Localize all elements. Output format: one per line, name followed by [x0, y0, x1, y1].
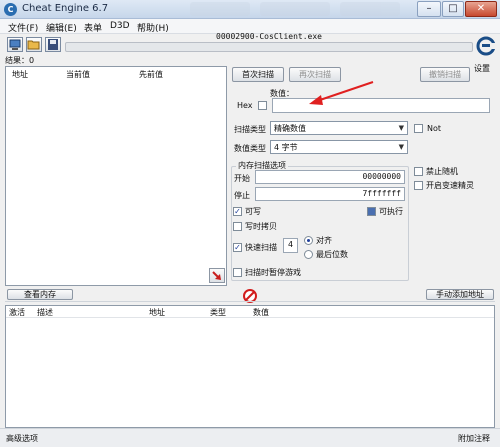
- copy-on-write-checkbox[interactable]: [233, 222, 242, 231]
- cheat-engine-icon: C: [4, 3, 17, 16]
- cheat-engine-logo-icon: [476, 36, 496, 56]
- folder-open-icon: [27, 40, 40, 50]
- not-label: Not: [427, 124, 442, 133]
- column-current-value[interactable]: 当前值: [66, 69, 90, 80]
- pause-game-checkbox[interactable]: [233, 268, 242, 277]
- speedhack-label: 开启变速精灵: [426, 181, 474, 190]
- copy-on-write-label: 写时拷贝: [245, 222, 277, 231]
- pause-game-label: 扫描时暂停游戏: [245, 268, 301, 277]
- writable-checkbox[interactable]: ✓: [233, 207, 242, 216]
- undo-scan-button[interactable]: 撤销扫描: [420, 67, 470, 82]
- column-type[interactable]: 类型: [210, 307, 226, 318]
- maximize-button[interactable]: □: [442, 1, 464, 17]
- column-address[interactable]: 地址: [12, 69, 28, 80]
- process-name: 00002900-CosClient.exe: [216, 32, 322, 41]
- first-scan-button[interactable]: 首次扫描: [232, 67, 284, 82]
- annotation-arrow: [309, 81, 374, 105]
- background-windows: [190, 2, 410, 16]
- hex-checkbox[interactable]: [258, 101, 267, 110]
- stop-label: 停止: [234, 191, 250, 200]
- computer-icon: [9, 39, 21, 50]
- chevron-down-icon: ▼: [398, 143, 404, 151]
- menu-d3d[interactable]: D3D: [110, 21, 130, 31]
- save-button[interactable]: [45, 37, 61, 52]
- results-count: 结果：0: [5, 56, 35, 65]
- settings-label[interactable]: 设置: [474, 63, 490, 74]
- background-tab: [190, 2, 250, 16]
- open-process-button[interactable]: [7, 37, 23, 52]
- view-memory-button[interactable]: 查看内存: [7, 289, 73, 300]
- status-bar: 高级选项 附加注释: [0, 428, 500, 447]
- column-active[interactable]: 激活: [9, 307, 25, 318]
- scan-type-value: 精确数值: [274, 124, 306, 133]
- disable-random-checkbox[interactable]: [414, 167, 423, 176]
- fast-scan-label: 快速扫描: [245, 243, 277, 252]
- align-label: 对齐: [316, 236, 332, 245]
- splitter[interactable]: [5, 301, 495, 303]
- start-address-input[interactable]: 00000000: [255, 170, 405, 184]
- settings-logo[interactable]: [476, 34, 496, 62]
- add-to-list-button[interactable]: [209, 268, 225, 283]
- hex-label: Hex: [237, 101, 253, 110]
- window-title: Cheat Engine 6.7: [22, 3, 109, 14]
- executable-checkbox[interactable]: [367, 207, 376, 216]
- column-description[interactable]: 描述: [37, 307, 53, 318]
- speedhack-checkbox[interactable]: [414, 181, 423, 190]
- background-tab: [340, 2, 400, 16]
- last-digit-label: 最后位数: [316, 250, 348, 259]
- disable-random-label: 禁止随机: [426, 167, 458, 176]
- fast-scan-checkbox[interactable]: ✓: [233, 243, 242, 252]
- cheat-table-header: 激活 描述 地址 类型 数值: [6, 306, 494, 318]
- column-previous-value[interactable]: 先前值: [139, 69, 163, 80]
- last-digit-radio[interactable]: [304, 250, 313, 259]
- background-tab: [260, 2, 330, 16]
- advanced-options-link[interactable]: 高级选项: [6, 433, 38, 444]
- value-type-label: 数值类型: [234, 144, 266, 153]
- arrow-down-right-icon: [212, 271, 221, 280]
- align-radio[interactable]: [304, 236, 313, 245]
- chevron-down-icon: ▼: [398, 124, 404, 132]
- add-address-manually-button[interactable]: 手动添加地址: [426, 289, 494, 300]
- executable-label: 可执行: [379, 207, 403, 216]
- menu-file[interactable]: 文件(F): [8, 21, 38, 34]
- title-bar: C Cheat Engine 6.7 – □ ✕: [0, 0, 500, 19]
- minimize-button[interactable]: –: [417, 1, 441, 17]
- value-type-select[interactable]: 4 字节 ▼: [270, 140, 408, 154]
- column-address[interactable]: 地址: [149, 307, 165, 318]
- not-checkbox[interactable]: [414, 124, 423, 133]
- open-file-button[interactable]: [26, 37, 42, 52]
- stop-address-input[interactable]: 7fffffff: [255, 187, 405, 201]
- value-type-value: 4 字节: [274, 143, 298, 152]
- fast-scan-alignment-input[interactable]: 4: [283, 238, 298, 253]
- close-button[interactable]: ✕: [465, 1, 497, 17]
- process-progress-bar: [65, 42, 473, 52]
- scan-type-label: 扫描类型: [234, 125, 266, 134]
- cheat-table-list[interactable]: 激活 描述 地址 类型 数值: [5, 305, 495, 428]
- found-addresses-list[interactable]: 地址 当前值 先前值: [5, 66, 227, 286]
- save-icon: [48, 39, 58, 50]
- table-comments-link[interactable]: 附加注释: [458, 433, 490, 444]
- start-label: 开始: [234, 174, 250, 183]
- column-value[interactable]: 数值: [253, 307, 269, 318]
- scan-type-select[interactable]: 精确数值 ▼: [270, 121, 408, 135]
- writable-label: 可写: [245, 207, 261, 216]
